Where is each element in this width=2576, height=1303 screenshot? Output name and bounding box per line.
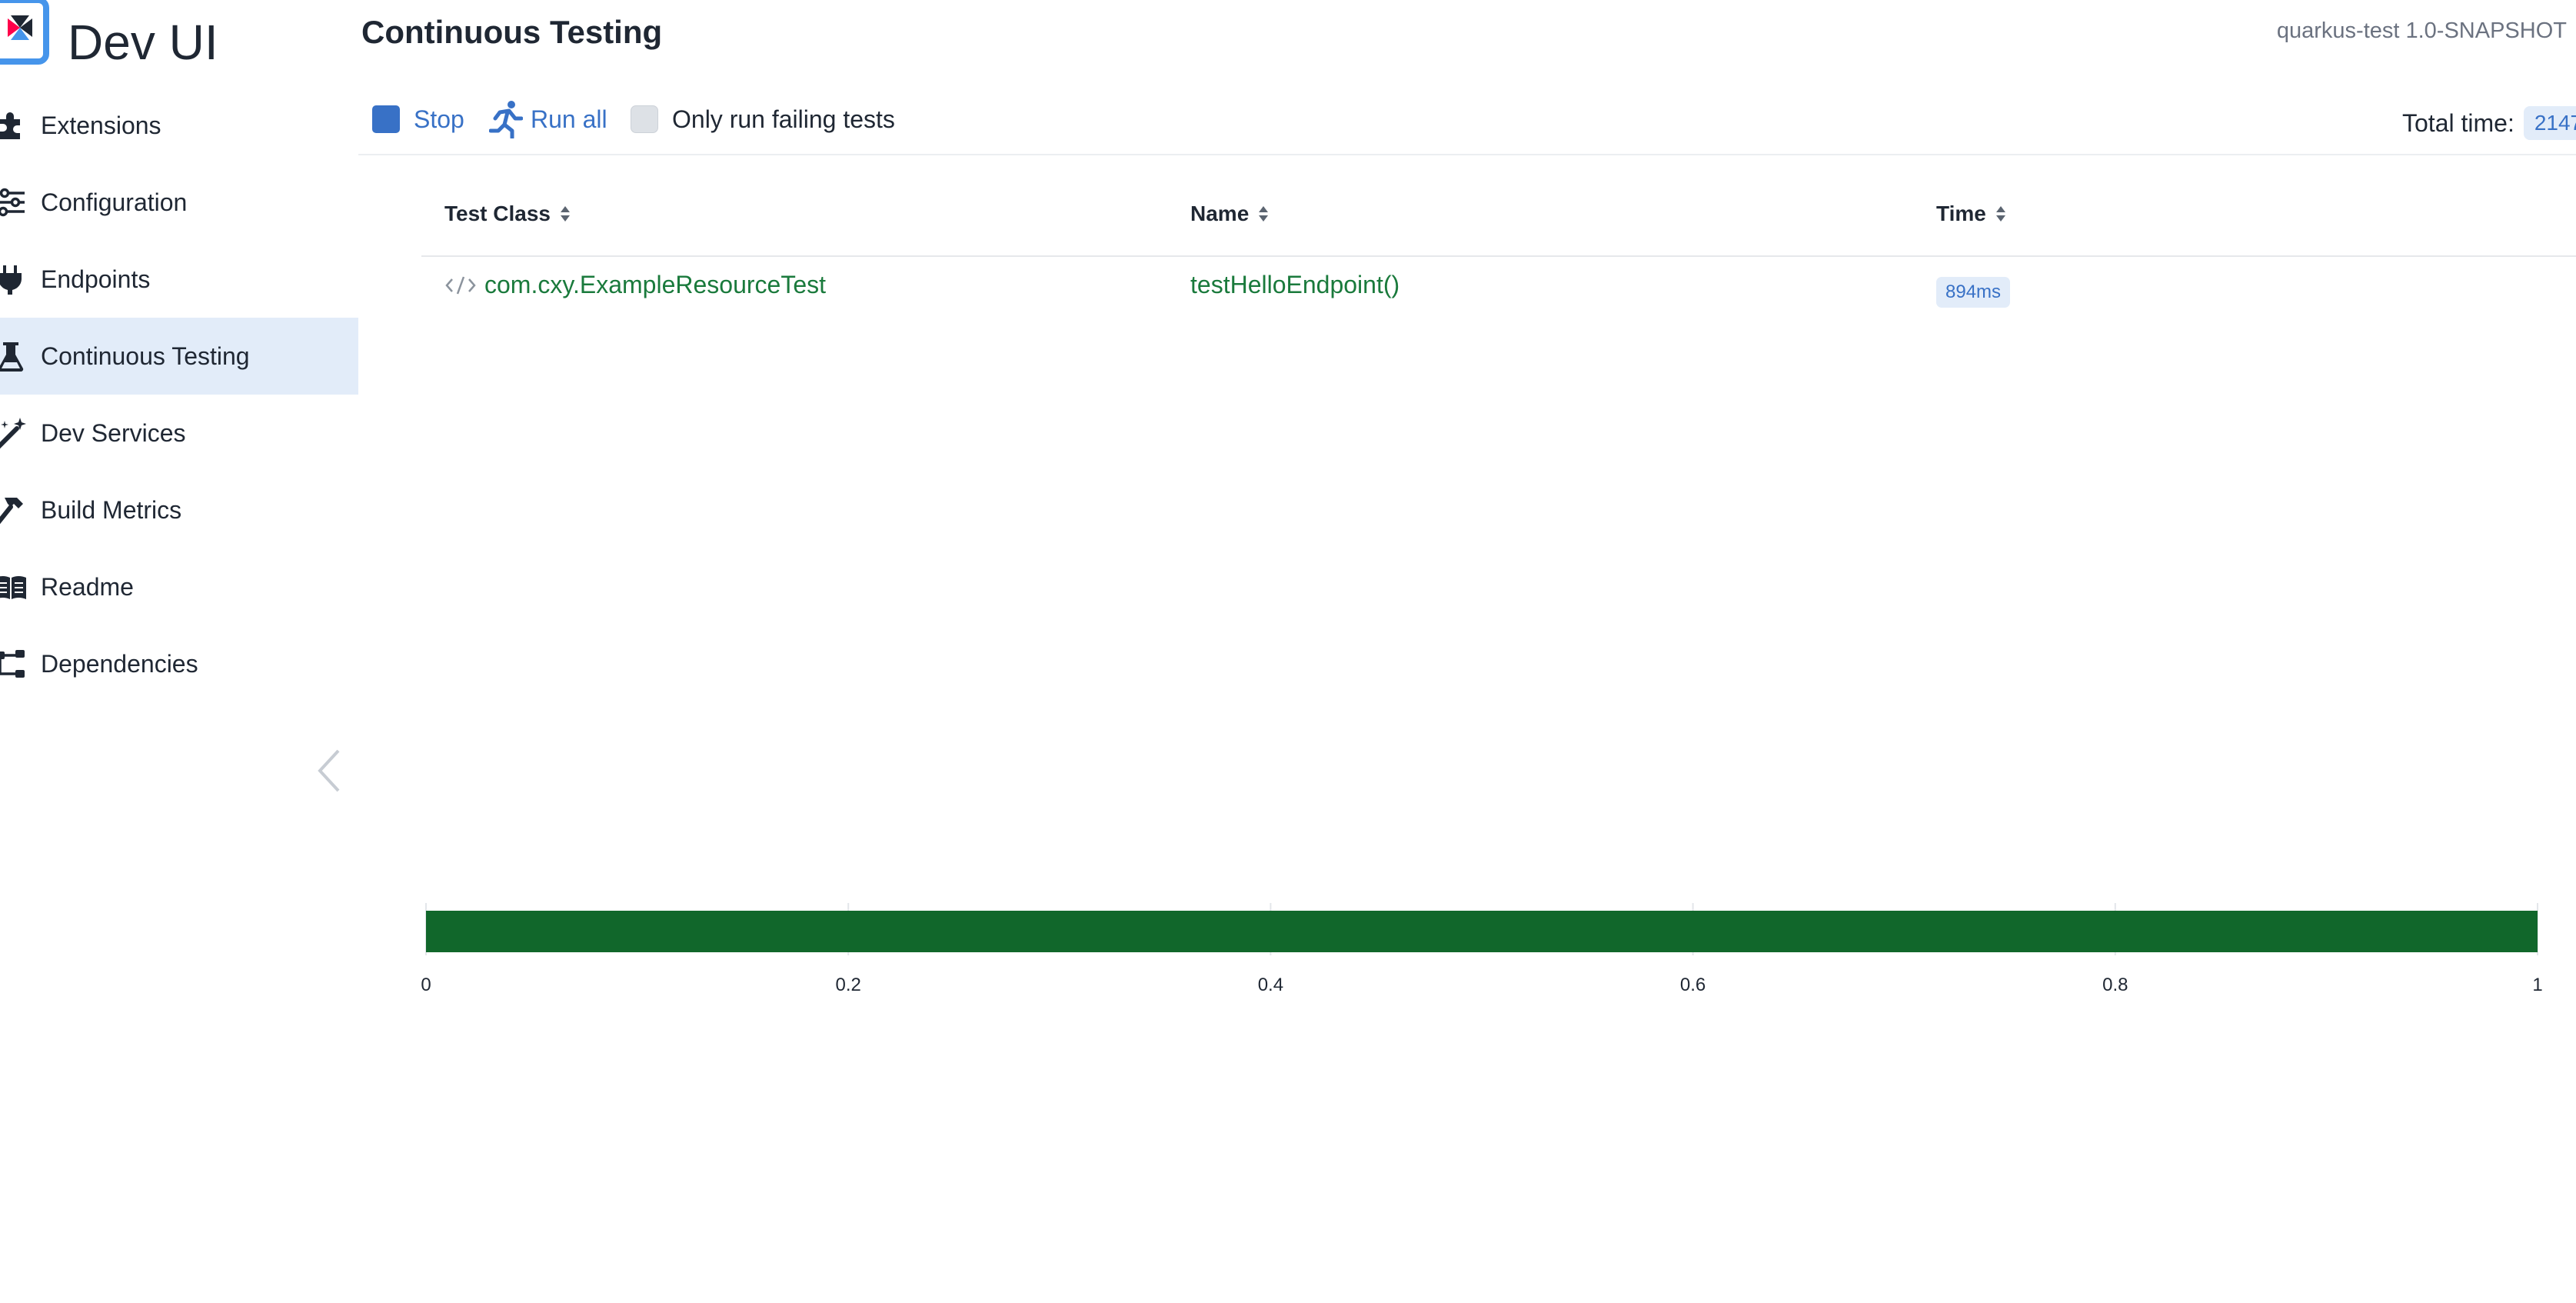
run-all-button-label: Run all: [531, 105, 607, 133]
column-header-name[interactable]: Name: [1190, 202, 1269, 226]
sort-icon: [1995, 206, 2005, 222]
hammer-icon: [0, 498, 23, 525]
only-failing-checkbox[interactable]: [631, 105, 658, 133]
sidebar-item-dependencies[interactable]: Dependencies: [0, 625, 358, 702]
sidebar-item-extensions[interactable]: Extensions: [0, 87, 358, 164]
x-tick-label: 1: [2532, 975, 2542, 995]
column-header-test-class[interactable]: Test Class: [444, 202, 571, 226]
sidebar-item-configuration[interactable]: Configuration: [0, 164, 358, 241]
plug-icon: [0, 265, 22, 295]
x-tick-label: 0.4: [1258, 975, 1283, 995]
run-all-button[interactable]: Run all: [489, 97, 607, 142]
sidebar-item-label: Configuration: [41, 188, 188, 216]
sidebar-item-label: Dependencies: [41, 649, 198, 678]
total-time-label: Total time:: [2402, 108, 2514, 137]
test-name-cell: testHelloEndpoint(): [1190, 271, 1400, 298]
stop-button[interactable]: Stop: [372, 97, 464, 142]
book-icon: [0, 576, 26, 599]
sort-icon: [1259, 206, 1269, 222]
column-header-label: Time: [1936, 202, 1986, 225]
table-header: Test Class Name Time: [421, 186, 2576, 257]
app-version: quarkus-test 1.0-SNAPSHOT: [2276, 18, 2567, 43]
total-time-badge: 2147: [2523, 106, 2576, 140]
total-time: Total time: 2147: [2402, 106, 2576, 140]
test-class-name: com.cxy.ExampleResourceTest: [484, 271, 826, 298]
time-badge: 894ms: [1936, 277, 2011, 308]
quarkus-logo-icon: [0, 0, 49, 65]
sidebar-item-endpoints[interactable]: Endpoints: [0, 241, 358, 318]
column-header-label: Test Class: [444, 202, 551, 225]
flask-icon: [0, 342, 24, 372]
test-time-cell: 894ms: [1936, 277, 2011, 308]
column-header-time[interactable]: Time: [1936, 202, 2006, 226]
sliders-icon: [0, 188, 25, 217]
code-icon: [445, 276, 476, 294]
chevron-left-icon[interactable]: [315, 748, 343, 794]
sidebar-item-label: Endpoints: [41, 265, 151, 293]
test-class-cell: com.cxy.ExampleResourceTest: [444, 271, 826, 299]
x-tick-label: 0: [421, 975, 431, 995]
column-header-label: Name: [1190, 202, 1250, 225]
sidebar-item-label: Readme: [41, 572, 134, 601]
sidebar-item-dev-services[interactable]: Dev Services: [0, 395, 358, 472]
stop-icon: [372, 105, 400, 133]
sidebar-item-label: Build Metrics: [41, 495, 182, 524]
sidebar-item-readme[interactable]: Readme: [0, 548, 358, 625]
test-results-table: Test Class Name Time com.cxy.ExampleReso…: [421, 186, 2576, 318]
x-tick-label: 0.2: [836, 975, 861, 995]
dev-ui-app: Dev UI Extensions Configuration Endpoint…: [0, 0, 2576, 1303]
bar: [426, 911, 2538, 952]
page-title: Continuous Testing: [361, 14, 663, 50]
diagram-icon: [0, 650, 25, 678]
sidebar-item-continuous-testing[interactable]: Continuous Testing: [0, 318, 358, 395]
puzzle-icon: [0, 112, 20, 139]
table-row[interactable]: com.cxy.ExampleResourceTest testHelloEnd…: [421, 257, 2576, 318]
only-failing-label: Only run failing tests: [672, 105, 895, 133]
test-progress-chart: 0 0.2 0.4 0.6 0.8 1: [421, 903, 2543, 995]
wand-icon: [0, 418, 26, 449]
sort-icon: [561, 206, 570, 222]
sidebar-item-label: Extensions: [41, 111, 161, 139]
sidebar-item-label: Continuous Testing: [41, 342, 250, 370]
sidebar-nav: Extensions Configuration Endpoints Conti…: [0, 87, 358, 702]
sidebar-item-label: Dev Services: [41, 418, 186, 447]
stop-button-label: Stop: [414, 105, 464, 133]
x-tick-label: 0.6: [1680, 975, 1706, 995]
logo-text: Dev UI: [68, 15, 218, 70]
test-toolbar: Stop Run all Only run failing tests Tota…: [358, 85, 2576, 155]
running-person-icon: [489, 101, 523, 138]
only-failing-toggle[interactable]: Only run failing tests: [631, 97, 895, 142]
x-tick-label: 0.8: [2102, 975, 2128, 995]
sidebar-item-build-metrics[interactable]: Build Metrics: [0, 472, 358, 548]
